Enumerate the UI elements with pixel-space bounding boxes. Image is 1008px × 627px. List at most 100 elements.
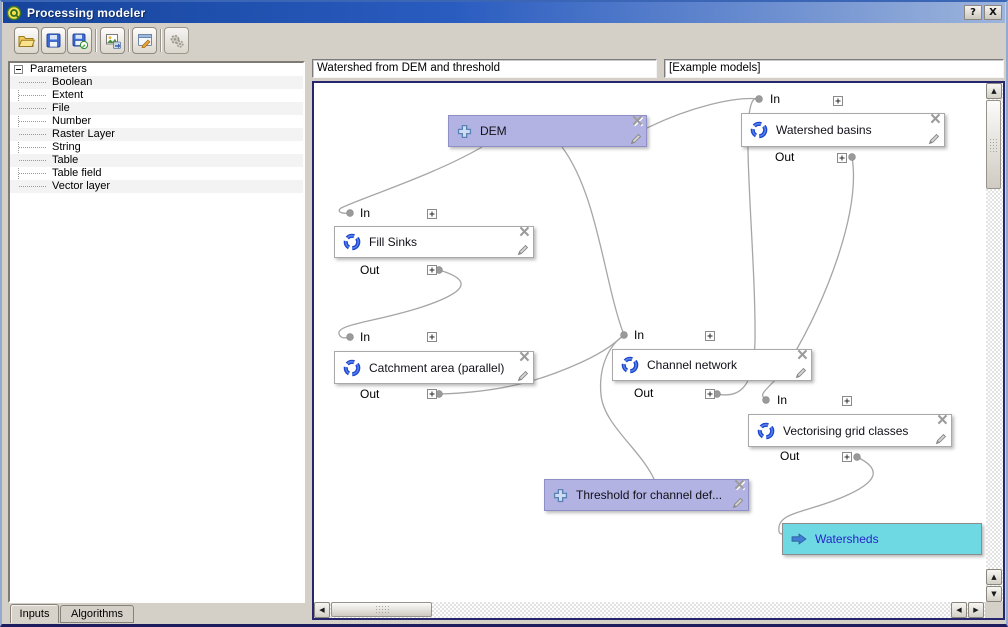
tree-item-number[interactable]: Number bbox=[10, 115, 303, 128]
edit-node-icon[interactable] bbox=[517, 369, 530, 382]
canvas-horizontal-scrollbar[interactable]: ◀ ◀ ▶ bbox=[314, 602, 985, 618]
io-label-in: In bbox=[634, 328, 644, 342]
scroll-left-button[interactable]: ◀ bbox=[314, 602, 330, 618]
tree-item-file[interactable]: File bbox=[10, 102, 303, 115]
edit-node-icon[interactable] bbox=[732, 496, 745, 509]
remove-node-icon[interactable]: × bbox=[632, 112, 643, 132]
node-label: DEM bbox=[480, 124, 507, 138]
tree-item-raster-layer[interactable]: Raster Layer bbox=[10, 128, 303, 141]
io-label-in: In bbox=[360, 330, 370, 344]
io-label-out: Out bbox=[775, 150, 794, 164]
tree-item-parameters[interactable]: Parameters bbox=[10, 63, 303, 76]
plus-icon bbox=[457, 124, 472, 139]
node-channel-network[interactable]: Channel network × bbox=[612, 349, 812, 381]
parameters-tree: Parameters Boolean Extent File Number Ra… bbox=[8, 61, 305, 603]
model-canvas[interactable]: In Out In Out In Out In Out In Out DEM × bbox=[312, 81, 1005, 620]
scroll-right-button[interactable]: ▶ bbox=[968, 602, 984, 618]
connector-dot[interactable] bbox=[756, 96, 763, 103]
node-watershed-basins[interactable]: Watershed basins × bbox=[741, 113, 945, 147]
remove-node-icon[interactable]: × bbox=[519, 223, 530, 243]
wire-dem-to-channel-network bbox=[562, 147, 624, 335]
edit-node-icon[interactable] bbox=[517, 243, 530, 256]
node-watersheds-output[interactable]: Watersheds bbox=[782, 523, 982, 555]
open-folder-icon bbox=[18, 34, 35, 48]
arrow-right-icon bbox=[791, 533, 807, 545]
connector-dot[interactable] bbox=[347, 334, 354, 341]
tree-item-vector-layer[interactable]: Vector layer bbox=[10, 180, 303, 193]
edit-help-icon bbox=[137, 33, 153, 48]
connector-dot[interactable] bbox=[849, 154, 856, 161]
tab-algorithms[interactable]: Algorithms bbox=[60, 605, 134, 623]
save-icon bbox=[46, 33, 61, 48]
thumb-grip bbox=[375, 605, 389, 615]
remove-node-icon[interactable]: × bbox=[734, 476, 745, 496]
tree-item-extent[interactable]: Extent bbox=[10, 89, 303, 102]
tree-item-table-field[interactable]: Table field bbox=[10, 167, 303, 180]
remove-node-icon[interactable]: × bbox=[930, 110, 941, 130]
edit-node-icon[interactable] bbox=[795, 366, 808, 379]
save-model-as-button[interactable] bbox=[67, 27, 92, 54]
connector-dot[interactable] bbox=[347, 210, 354, 217]
edit-node-icon[interactable] bbox=[935, 432, 948, 445]
node-label: Watershed basins bbox=[776, 123, 872, 137]
save-as-icon bbox=[72, 33, 88, 49]
model-name-input[interactable]: Watershed from DEM and threshold bbox=[312, 59, 657, 78]
saga-algorithm-icon bbox=[621, 356, 639, 374]
tree-item-label: Number bbox=[52, 115, 91, 128]
node-fill-sinks[interactable]: Fill Sinks × bbox=[334, 226, 534, 258]
remove-node-icon[interactable]: × bbox=[937, 411, 948, 431]
node-label: Catchment area (parallel) bbox=[369, 361, 504, 375]
tree-item-label: String bbox=[52, 141, 81, 154]
close-button[interactable]: X bbox=[984, 5, 1002, 20]
tree-item-label: File bbox=[52, 102, 70, 115]
export-as-image-button[interactable] bbox=[100, 27, 125, 54]
processing-modeler-window: Processing modeler ? X bbox=[0, 0, 1008, 627]
remove-node-icon[interactable]: × bbox=[797, 346, 808, 366]
open-model-button[interactable] bbox=[14, 27, 39, 54]
edit-node-icon[interactable] bbox=[928, 132, 941, 145]
tree-item-label: Table bbox=[52, 154, 78, 167]
canvas-vertical-scrollbar[interactable]: ▲ ▲ ▼ bbox=[986, 83, 1003, 602]
scroll-down-button[interactable]: ▼ bbox=[986, 586, 1002, 602]
scroll-up-button[interactable]: ▲ bbox=[986, 569, 1002, 585]
tree-item-label: Extent bbox=[52, 89, 83, 102]
connector-dot[interactable] bbox=[854, 454, 861, 461]
save-model-button[interactable] bbox=[41, 27, 66, 54]
wire-dem-to-fill-sinks bbox=[339, 147, 482, 213]
tree-item-label: Table field bbox=[52, 167, 102, 180]
run-model-button[interactable] bbox=[164, 27, 189, 54]
toolbar-separator bbox=[128, 29, 130, 52]
node-vectorising-grid-classes[interactable]: Vectorising grid classes × bbox=[748, 414, 952, 447]
tab-inputs[interactable]: Inputs bbox=[10, 604, 59, 623]
model-group-input[interactable]: [Example models] bbox=[664, 59, 1004, 78]
node-threshold[interactable]: Threshold for channel def... × bbox=[544, 479, 749, 511]
saga-algorithm-icon bbox=[750, 121, 768, 139]
tree-item-label: Raster Layer bbox=[52, 128, 115, 141]
titlebar[interactable]: Processing modeler ? X bbox=[3, 2, 1005, 23]
qgis-logo-icon bbox=[6, 5, 22, 21]
scroll-left-button[interactable]: ◀ bbox=[951, 602, 967, 618]
connector-dot[interactable] bbox=[621, 332, 628, 339]
help-button[interactable]: ? bbox=[964, 5, 982, 20]
node-dem[interactable]: DEM × bbox=[448, 115, 647, 147]
edit-model-help-button[interactable] bbox=[132, 27, 157, 54]
tree-item-boolean[interactable]: Boolean bbox=[10, 76, 303, 89]
edit-node-icon[interactable] bbox=[630, 132, 643, 145]
node-catchment-area[interactable]: Catchment area (parallel) × bbox=[334, 351, 534, 384]
plus-icon bbox=[553, 488, 568, 503]
tree-item-string[interactable]: String bbox=[10, 141, 303, 154]
vertical-scroll-thumb[interactable] bbox=[986, 100, 1001, 189]
horizontal-scroll-thumb[interactable] bbox=[331, 602, 432, 617]
remove-node-icon[interactable]: × bbox=[519, 348, 530, 368]
collapse-expander-icon[interactable] bbox=[14, 65, 23, 74]
io-label-in: In bbox=[770, 92, 780, 106]
window-title: Processing modeler bbox=[27, 6, 962, 20]
toolbar-separator bbox=[95, 29, 97, 52]
connector-dot[interactable] bbox=[763, 397, 770, 404]
node-label: Threshold for channel def... bbox=[576, 488, 722, 502]
saga-algorithm-icon bbox=[343, 233, 361, 251]
export-image-icon bbox=[105, 33, 121, 49]
tree-item-table[interactable]: Table bbox=[10, 154, 303, 167]
node-label: Fill Sinks bbox=[369, 235, 417, 249]
scroll-up-button[interactable]: ▲ bbox=[986, 83, 1002, 99]
